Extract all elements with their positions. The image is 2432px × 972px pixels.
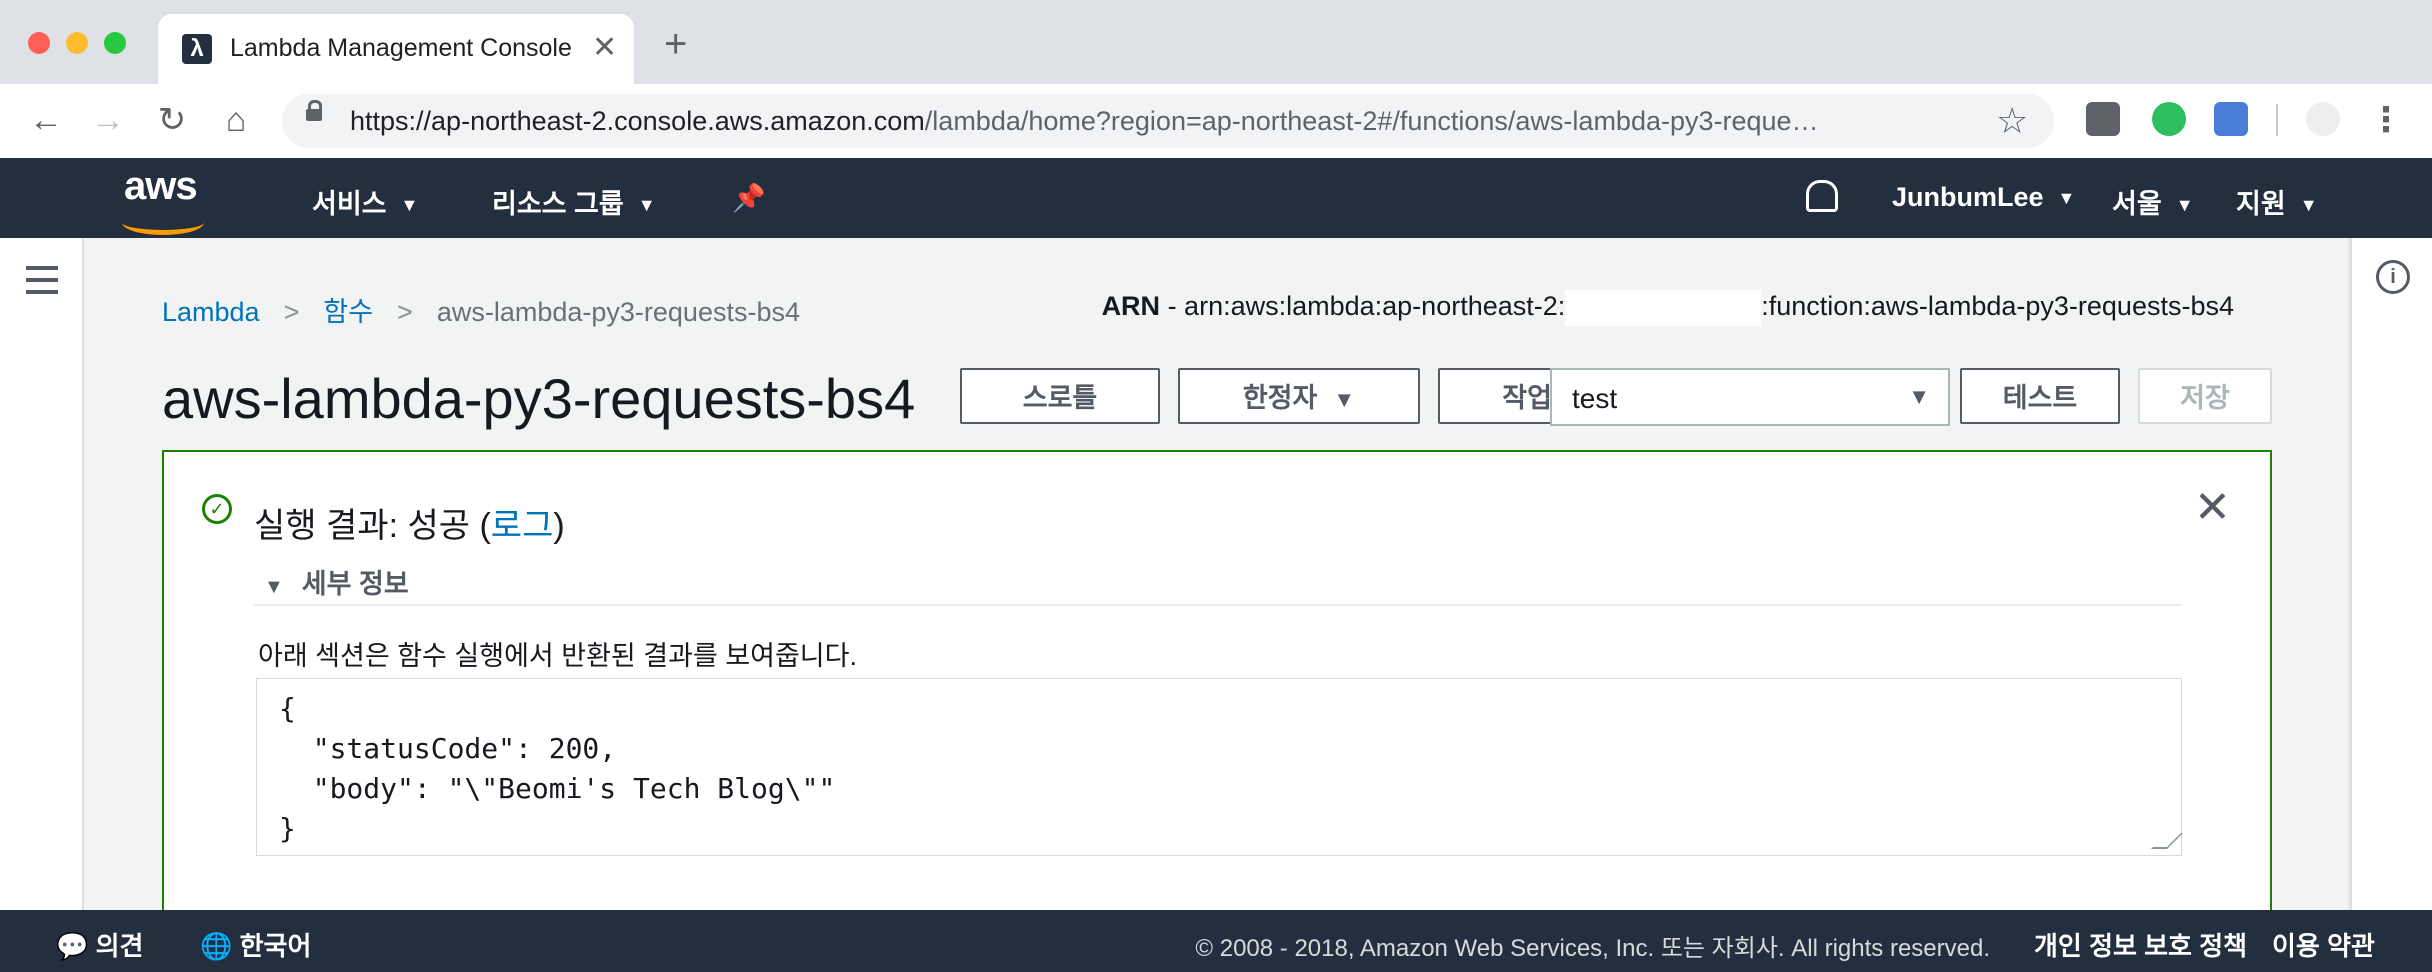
window-minimize-button[interactable] xyxy=(66,32,88,54)
info-icon[interactable]: i xyxy=(2376,260,2410,294)
terms-link[interactable]: 이용 약관 xyxy=(2272,926,2375,963)
execution-result-status: 실행 결과: 성공 (로그) xyxy=(254,507,565,545)
success-check-icon: ✓ xyxy=(202,494,232,524)
copyright-text: © 2008 - 2018, Amazon Web Services, Inc.… xyxy=(1195,935,1990,962)
url-text: https://ap-northeast-2.console.aws.amazo… xyxy=(350,106,1819,136)
tab-close-icon[interactable]: ✕ xyxy=(592,30,617,65)
breadcrumb-lambda[interactable]: Lambda xyxy=(162,297,260,327)
aws-console-header: aws 서비스 ▼ 리소스 그룹 ▼ 📌 JunbumLee ▼ 서울 ▼ 지원 ▼ xyxy=(0,158,2432,238)
region-menu[interactable]: 서울 ▼ xyxy=(2112,182,2194,221)
forward-icon[interactable]: → xyxy=(86,98,130,142)
user-menu[interactable]: JunbumLee ▼ xyxy=(1892,182,2075,213)
details-description: 아래 섹션은 함수 실행에서 반환된 결과를 보여줍니다. xyxy=(258,641,857,671)
reload-icon[interactable]: ↻ xyxy=(150,98,194,142)
browser-tab[interactable]: λ Lambda Management Console ✕ xyxy=(158,14,634,84)
close-icon[interactable]: ✕ xyxy=(2194,486,2231,530)
execution-result-panel: ✓ 실행 결과: 성공 (로그) ✕ ▼ 세부 정보 아래 섹션은 함수 실행에서… xyxy=(162,450,2272,920)
breadcrumb: Lambda > 함수 > aws-lambda-py3-requests-bs4 xyxy=(162,297,800,327)
left-nav-rail xyxy=(0,238,84,910)
support-menu[interactable]: 지원 ▼ xyxy=(2236,182,2318,221)
resource-groups-menu[interactable]: 리소스 그룹 ▼ xyxy=(492,182,656,221)
notification-bell-icon[interactable] xyxy=(1806,180,1838,212)
window-close-button[interactable] xyxy=(28,32,50,54)
browser-toolbar: ← → ↻ ⌂ https://ap-northeast-2.console.a… xyxy=(0,84,2432,159)
tab-title: Lambda Management Console xyxy=(230,34,572,62)
aws-smile-logo xyxy=(122,210,204,235)
bookmark-star-icon[interactable]: ☆ xyxy=(1996,100,2028,142)
extension-bulb-icon[interactable] xyxy=(2086,102,2120,136)
test-button[interactable]: 테스트 xyxy=(1960,368,2120,424)
toolbar-divider xyxy=(2276,104,2278,136)
globe-icon: 🌐 xyxy=(200,931,240,961)
breadcrumb-functions[interactable]: 함수 xyxy=(323,297,373,327)
chevron-down-icon: ▼ xyxy=(1908,384,1930,409)
resize-handle-icon[interactable] xyxy=(2151,833,2183,849)
console-footer: 💬 의견 🌐 한국어 © 2008 - 2018, Amazon Web Ser… xyxy=(0,910,2432,972)
browser-menu-icon[interactable]: ⋮ xyxy=(2364,98,2408,142)
save-button[interactable]: 저장 xyxy=(2138,368,2272,424)
divider xyxy=(254,604,2182,606)
language-selector[interactable]: 🌐 한국어 xyxy=(200,926,311,963)
reader-extension-icon[interactable] xyxy=(2214,102,2248,136)
evernote-extension-icon[interactable] xyxy=(2152,102,2186,136)
lock-icon xyxy=(306,100,322,121)
hamburger-menu-icon[interactable] xyxy=(26,266,58,302)
details-toggle[interactable]: ▼ 세부 정보 xyxy=(264,562,409,601)
lambda-favicon-icon: λ xyxy=(182,34,212,64)
aws-logo[interactable]: aws xyxy=(124,164,198,209)
log-link[interactable]: 로그 xyxy=(491,507,554,545)
privacy-policy-link[interactable]: 개인 정보 보호 정책 xyxy=(2034,926,2247,963)
services-menu[interactable]: 서비스 ▼ xyxy=(312,182,418,221)
result-output-box[interactable]: { "statusCode": 200, "body": "\"Beomi's … xyxy=(256,678,2183,856)
new-tab-icon[interactable]: + xyxy=(664,24,687,64)
throttle-button[interactable]: 스로틀 xyxy=(960,368,1160,424)
right-info-rail: i xyxy=(2350,238,2432,910)
function-arn: ARN - arn:aws:lambda:ap-northeast-2::fun… xyxy=(1102,290,2234,326)
test-event-select[interactable]: test ▼ xyxy=(1550,368,1950,426)
home-icon[interactable]: ⌂ xyxy=(214,98,258,142)
main-content: Lambda > 함수 > aws-lambda-py3-requests-bs4 AR… xyxy=(84,238,2348,920)
feedback-button[interactable]: 💬 의견 xyxy=(56,926,143,963)
result-json: { "statusCode": 200, "body": "\"Beomi's … xyxy=(279,692,836,845)
redacted-account-id xyxy=(1565,290,1762,326)
browser-tab-bar: λ Lambda Management Console ✕ + xyxy=(0,0,2432,84)
breadcrumb-current: aws-lambda-py3-requests-bs4 xyxy=(436,297,800,327)
page-title: aws-lambda-py3-requests-bs4 xyxy=(162,367,916,430)
profile-avatar[interactable] xyxy=(2306,102,2340,136)
speech-bubble-icon: 💬 xyxy=(56,931,96,961)
address-bar[interactable]: https://ap-northeast-2.console.aws.amazo… xyxy=(282,94,2054,148)
qualifier-dropdown[interactable]: 한정자 ▼ xyxy=(1178,368,1420,424)
pin-icon[interactable]: 📌 xyxy=(732,182,766,214)
back-icon[interactable]: ← xyxy=(24,98,68,142)
window-zoom-button[interactable] xyxy=(104,32,126,54)
